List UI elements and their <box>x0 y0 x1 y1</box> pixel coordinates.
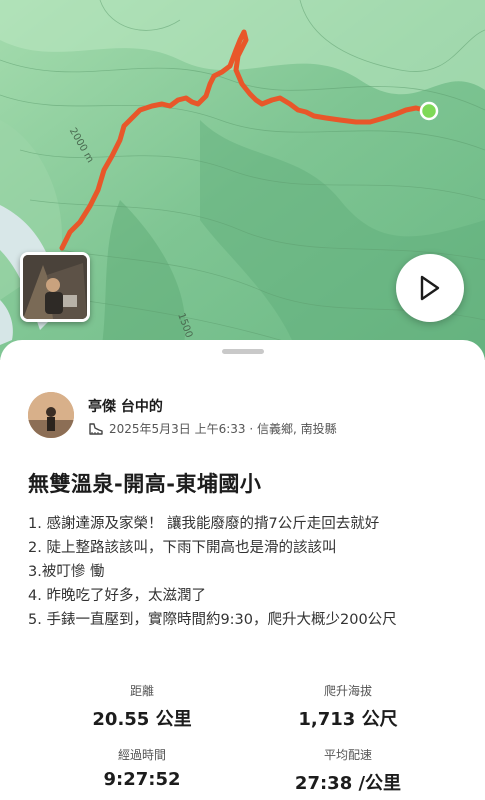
description-line: 5. 手錶一直壓到，實際時間約9:30，爬升大概少200公尺 <box>28 612 397 628</box>
activity-date-location: 2025年5月3日 上午6:33 · 信義鄉, 南投縣 <box>109 422 337 436</box>
stat-time-value: 9:27:52 <box>103 769 181 790</box>
athlete-name[interactable]: 亭傑 台中的 <box>88 396 163 416</box>
stat-pace-label: 平均配速 <box>323 748 372 762</box>
activity-description: 1. 感謝達源及家榮！ 讓我能廢廢的揹7公斤走回去就好 2. 陡上整路該該叫，下… <box>28 512 458 632</box>
activity-photo-thumbnail[interactable] <box>20 252 90 322</box>
stat-elevation: 爬升海拔 1,713 公尺 <box>258 682 438 731</box>
stat-distance-label: 距離 <box>129 684 154 698</box>
stat-elevation-value: 1,713 公尺 <box>298 709 398 730</box>
description-line: 3.被叮慘 慟 <box>28 564 105 580</box>
description-line: 1. 感謝達源及家榮！ 讓我能廢廢的揹7公斤走回去就好 <box>28 516 380 532</box>
end-marker <box>419 101 439 121</box>
stat-pace: 平均配速 27:38 /公里 <box>258 746 438 795</box>
stat-distance-value: 20.55 公里 <box>92 709 192 730</box>
hiking-shoe-icon <box>89 422 103 435</box>
activity-meta: 2025年5月3日 上午6:33 · 信義鄉, 南投縣 <box>88 420 337 437</box>
route-map[interactable]: 2000 m 1500 <box>0 0 485 360</box>
activity-detail-sheet: 亭傑 台中的 2025年5月3日 上午6:33 · 信義鄉, 南投縣 無雙溫泉-… <box>0 340 485 800</box>
stat-elevation-label: 爬升海拔 <box>323 684 372 698</box>
stat-pace-value: 27:38 /公里 <box>294 773 402 794</box>
activity-title: 無雙溫泉-開高-東埔國小 <box>28 472 262 496</box>
play-icon <box>420 275 440 301</box>
stat-moving-time: 經過時間 9:27:52 <box>52 746 232 790</box>
photo-image <box>23 255 87 319</box>
description-line: 4. 昨晚吃了好多，太滋潤了 <box>28 588 206 604</box>
stat-distance: 距離 20.55 公里 <box>52 682 232 731</box>
avatar-image <box>28 392 74 438</box>
avatar[interactable] <box>28 392 74 438</box>
sheet-drag-handle[interactable] <box>222 349 264 354</box>
stat-time-label: 經過時間 <box>117 748 166 762</box>
description-line: 2. 陡上整路該該叫，下雨下開高也是滑的該該叫 <box>28 540 337 556</box>
play-flyover-button[interactable] <box>396 254 464 322</box>
